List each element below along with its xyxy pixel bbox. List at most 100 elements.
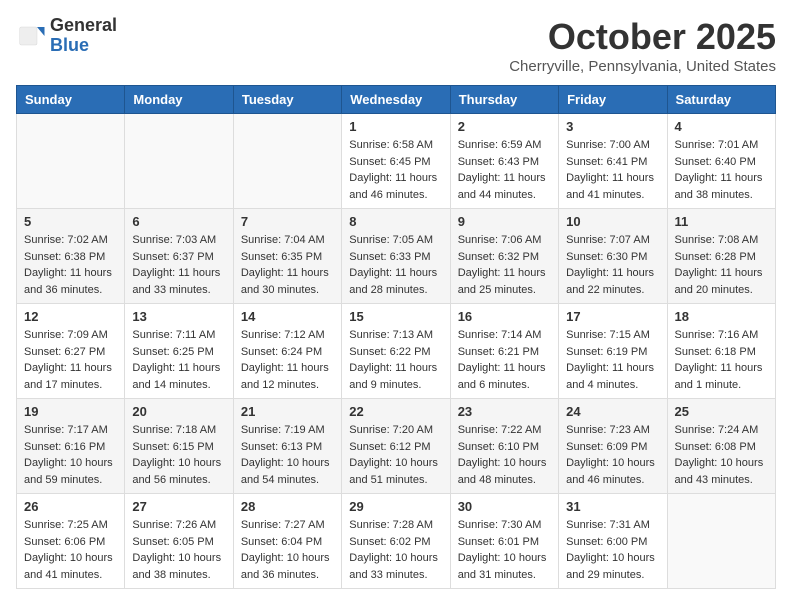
column-header-friday: Friday bbox=[559, 86, 667, 114]
day-number: 3 bbox=[566, 119, 659, 134]
calendar-cell: 26Sunrise: 7:25 AM Sunset: 6:06 PM Dayli… bbox=[17, 494, 125, 589]
calendar-cell: 8Sunrise: 7:05 AM Sunset: 6:33 PM Daylig… bbox=[342, 209, 450, 304]
calendar-week-row: 19 Sunrise: 7:17 AM Sunset: 6:16 PM Dayli… bbox=[17, 399, 776, 494]
calendar-cell: 29 Sunrise: 7:28 AM Sunset: 6:02 PM Dayli… bbox=[342, 494, 450, 589]
day-info: Sunrise: 7:09 AM Sunset: 6:27 PM Dayligh… bbox=[24, 327, 117, 393]
day-number: 23 bbox=[458, 404, 551, 419]
day-info: Sunrise: 7:12 AM Sunset: 6:24 PM Dayligh… bbox=[241, 327, 334, 393]
calendar-cell: 19 Sunrise: 7:17 AM Sunset: 6:16 PM Dayli… bbox=[17, 399, 125, 494]
day-number: 22 bbox=[349, 404, 442, 419]
day-info: Sunrise: 7:05 AM Sunset: 6:33 PM Dayligh… bbox=[349, 232, 442, 298]
logo: General Blue bbox=[16, 16, 117, 56]
calendar-cell: 22 Sunrise: 7:20 AM Sunset: 6:12 PM Dayli… bbox=[342, 399, 450, 494]
column-header-tuesday: Tuesday bbox=[233, 86, 341, 114]
day-info: Sunrise: 7:11 AM Sunset: 6:25 PM Dayligh… bbox=[132, 327, 225, 393]
calendar-cell: 21Sunrise: 7:19 AM Sunset: 6:13 PM Dayli… bbox=[233, 399, 341, 494]
day-number: 1 bbox=[349, 119, 442, 134]
calendar-cell: 12 Sunrise: 7:09 AM Sunset: 6:27 PM Dayli… bbox=[17, 304, 125, 399]
day-info: Sunrise: 7:22 AM Sunset: 6:10 PM Dayligh… bbox=[458, 422, 551, 488]
calendar-cell: 5 Sunrise: 7:02 AM Sunset: 6:38 PM Daylig… bbox=[17, 209, 125, 304]
calendar-cell: 15 Sunrise: 7:13 AM Sunset: 6:22 PM Dayli… bbox=[342, 304, 450, 399]
column-header-sunday: Sunday bbox=[17, 86, 125, 114]
day-number: 4 bbox=[675, 119, 768, 134]
calendar-week-row: 5 Sunrise: 7:02 AM Sunset: 6:38 PM Daylig… bbox=[17, 209, 776, 304]
day-info: Sunrise: 6:59 AM Sunset: 6:43 PM Dayligh… bbox=[458, 137, 551, 203]
day-info: Sunrise: 7:03 AM Sunset: 6:37 PM Dayligh… bbox=[132, 232, 225, 298]
day-number: 26 bbox=[24, 499, 117, 514]
calendar-week-row: 12 Sunrise: 7:09 AM Sunset: 6:27 PM Dayli… bbox=[17, 304, 776, 399]
day-number: 7 bbox=[241, 214, 334, 229]
calendar-cell: 17 Sunrise: 7:15 AM Sunset: 6:19 PM Dayli… bbox=[559, 304, 667, 399]
calendar-cell: 30 Sunrise: 7:30 AM Sunset: 6:01 PM Dayli… bbox=[450, 494, 558, 589]
day-number: 11 bbox=[675, 214, 768, 229]
calendar-cell: 28 Sunrise: 7:27 AM Sunset: 6:04 PM Dayli… bbox=[233, 494, 341, 589]
day-info: Sunrise: 7:00 AM Sunset: 6:41 PM Dayligh… bbox=[566, 137, 659, 203]
calendar-week-row: 26Sunrise: 7:25 AM Sunset: 6:06 PM Dayli… bbox=[17, 494, 776, 589]
column-header-wednesday: Wednesday bbox=[342, 86, 450, 114]
calendar-cell: 13Sunrise: 7:11 AM Sunset: 6:25 PM Dayli… bbox=[125, 304, 233, 399]
day-number: 5 bbox=[24, 214, 117, 229]
day-info: Sunrise: 7:18 AM Sunset: 6:15 PM Dayligh… bbox=[132, 422, 225, 488]
day-number: 25 bbox=[675, 404, 768, 419]
day-number: 30 bbox=[458, 499, 551, 514]
day-info: Sunrise: 7:16 AM Sunset: 6:18 PM Dayligh… bbox=[675, 327, 768, 393]
calendar-cell: 2Sunrise: 6:59 AM Sunset: 6:43 PM Daylig… bbox=[450, 114, 558, 209]
day-info: Sunrise: 7:01 AM Sunset: 6:40 PM Dayligh… bbox=[675, 137, 768, 203]
calendar-cell: 1 Sunrise: 6:58 AM Sunset: 6:45 PM Daylig… bbox=[342, 114, 450, 209]
day-info: Sunrise: 7:23 AM Sunset: 6:09 PM Dayligh… bbox=[566, 422, 659, 488]
calendar-week-row: 1 Sunrise: 6:58 AM Sunset: 6:45 PM Daylig… bbox=[17, 114, 776, 209]
day-number: 17 bbox=[566, 309, 659, 324]
day-number: 18 bbox=[675, 309, 768, 324]
calendar-cell: 27Sunrise: 7:26 AM Sunset: 6:05 PM Dayli… bbox=[125, 494, 233, 589]
column-header-saturday: Saturday bbox=[667, 86, 775, 114]
day-info: Sunrise: 7:20 AM Sunset: 6:12 PM Dayligh… bbox=[349, 422, 442, 488]
day-info: Sunrise: 7:17 AM Sunset: 6:16 PM Dayligh… bbox=[24, 422, 117, 488]
column-header-thursday: Thursday bbox=[450, 86, 558, 114]
day-number: 19 bbox=[24, 404, 117, 419]
logo-general-text: General bbox=[50, 16, 117, 36]
calendar-cell: 20 Sunrise: 7:18 AM Sunset: 6:15 PM Dayli… bbox=[125, 399, 233, 494]
day-number: 12 bbox=[24, 309, 117, 324]
calendar-cell bbox=[233, 114, 341, 209]
logo-blue-text: Blue bbox=[50, 36, 117, 56]
column-header-monday: Monday bbox=[125, 86, 233, 114]
day-number: 6 bbox=[132, 214, 225, 229]
day-number: 14 bbox=[241, 309, 334, 324]
day-info: Sunrise: 7:13 AM Sunset: 6:22 PM Dayligh… bbox=[349, 327, 442, 393]
calendar-cell bbox=[17, 114, 125, 209]
day-info: Sunrise: 7:08 AM Sunset: 6:28 PM Dayligh… bbox=[675, 232, 768, 298]
calendar-cell: 11 Sunrise: 7:08 AM Sunset: 6:28 PM Dayli… bbox=[667, 209, 775, 304]
day-info: Sunrise: 7:15 AM Sunset: 6:19 PM Dayligh… bbox=[566, 327, 659, 393]
page-header: General Blue October 2025 Cherryville, P… bbox=[16, 16, 776, 75]
day-info: Sunrise: 7:14 AM Sunset: 6:21 PM Dayligh… bbox=[458, 327, 551, 393]
day-number: 9 bbox=[458, 214, 551, 229]
calendar-cell bbox=[125, 114, 233, 209]
day-number: 29 bbox=[349, 499, 442, 514]
day-number: 27 bbox=[132, 499, 225, 514]
day-number: 24 bbox=[566, 404, 659, 419]
day-number: 10 bbox=[566, 214, 659, 229]
day-number: 20 bbox=[132, 404, 225, 419]
calendar-cell: 31Sunrise: 7:31 AM Sunset: 6:00 PM Dayli… bbox=[559, 494, 667, 589]
day-number: 15 bbox=[349, 309, 442, 324]
calendar-cell: 3 Sunrise: 7:00 AM Sunset: 6:41 PM Daylig… bbox=[559, 114, 667, 209]
calendar-cell: 16Sunrise: 7:14 AM Sunset: 6:21 PM Dayli… bbox=[450, 304, 558, 399]
calendar-cell: 24 Sunrise: 7:23 AM Sunset: 6:09 PM Dayli… bbox=[559, 399, 667, 494]
calendar-header-row: SundayMondayTuesdayWednesdayThursdayFrid… bbox=[17, 86, 776, 114]
day-number: 28 bbox=[241, 499, 334, 514]
logo-icon bbox=[16, 21, 46, 51]
day-info: Sunrise: 7:30 AM Sunset: 6:01 PM Dayligh… bbox=[458, 517, 551, 583]
day-info: Sunrise: 7:07 AM Sunset: 6:30 PM Dayligh… bbox=[566, 232, 659, 298]
day-info: Sunrise: 7:27 AM Sunset: 6:04 PM Dayligh… bbox=[241, 517, 334, 583]
day-info: Sunrise: 7:04 AM Sunset: 6:35 PM Dayligh… bbox=[241, 232, 334, 298]
day-info: Sunrise: 7:28 AM Sunset: 6:02 PM Dayligh… bbox=[349, 517, 442, 583]
month-title: October 2025 bbox=[509, 16, 776, 58]
day-info: Sunrise: 7:06 AM Sunset: 6:32 PM Dayligh… bbox=[458, 232, 551, 298]
calendar-cell: 23 Sunrise: 7:22 AM Sunset: 6:10 PM Dayli… bbox=[450, 399, 558, 494]
title-block: October 2025 Cherryville, Pennsylvania, … bbox=[509, 16, 776, 75]
day-info: Sunrise: 7:02 AM Sunset: 6:38 PM Dayligh… bbox=[24, 232, 117, 298]
calendar-cell bbox=[667, 494, 775, 589]
day-info: Sunrise: 6:58 AM Sunset: 6:45 PM Dayligh… bbox=[349, 137, 442, 203]
calendar-cell: 6 Sunrise: 7:03 AM Sunset: 6:37 PM Daylig… bbox=[125, 209, 233, 304]
calendar-cell: 7 Sunrise: 7:04 AM Sunset: 6:35 PM Daylig… bbox=[233, 209, 341, 304]
